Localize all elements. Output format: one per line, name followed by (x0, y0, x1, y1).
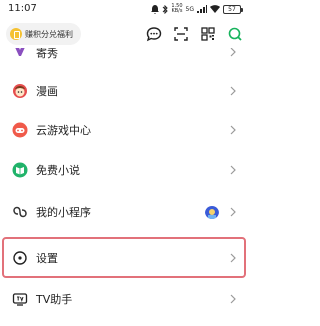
points-rewards-label: 赚积分兑福利 (25, 29, 73, 39)
coin-icon (10, 28, 22, 40)
menu-label-comic: 漫画 (36, 85, 58, 98)
menu-item-cloud-game[interactable]: 云游戏中心 (0, 111, 249, 149)
menu-label-tv-assistant: TV助手 (36, 293, 73, 306)
status-bar: 11:07 1.50 KB/s 5G 57 (0, 0, 249, 18)
signal-icon (197, 5, 207, 13)
bluetooth-icon (162, 4, 169, 14)
action-row: 赚积分兑福利 (0, 22, 249, 48)
battery-icon: 57 (223, 4, 243, 14)
novel-icon (12, 162, 28, 178)
chevron-right-icon (229, 124, 237, 136)
scan-icon[interactable] (171, 24, 191, 44)
notification-icon (151, 4, 160, 14)
search-icon[interactable] (225, 24, 245, 44)
qr-code-icon[interactable] (198, 24, 218, 44)
menu-item-tv-assistant[interactable]: TV助手 (0, 280, 249, 318)
menu-item-comic[interactable]: 漫画 (0, 72, 249, 110)
menu-label-cloud-game: 云游戏中心 (36, 124, 91, 137)
menu-item-mini-program[interactable]: 我的小程序 (0, 193, 249, 231)
chevron-right-icon (229, 293, 237, 305)
status-icons: 1.50 KB/s 5G 57 (151, 3, 243, 15)
comic-icon (12, 83, 28, 99)
network-speed: 1.50 KB/s (171, 3, 183, 14)
mini-program-icon (12, 204, 28, 220)
menu-label-free-novel: 免费小说 (36, 164, 80, 177)
network-type: 5G (185, 5, 194, 13)
status-time: 11:07 (8, 3, 37, 14)
chevron-right-icon (229, 164, 237, 176)
cloud-game-icon (12, 122, 28, 138)
points-rewards-button[interactable]: 赚积分兑福利 (6, 23, 81, 45)
menu-label-jixiu: 寄秀 (36, 48, 58, 60)
menu-item-free-novel[interactable]: 免费小说 (0, 151, 249, 189)
settings-highlight (2, 237, 246, 278)
jixiu-icon (12, 48, 28, 58)
chevron-right-icon (229, 85, 237, 97)
chevron-right-icon (229, 206, 237, 218)
menu-item-jixiu[interactable]: 寄秀 (0, 48, 249, 68)
message-icon[interactable] (144, 24, 164, 44)
tv-icon (12, 291, 28, 307)
battery-level: 57 (228, 5, 236, 13)
menu-label-mini-program: 我的小程序 (36, 206, 91, 219)
avatar (205, 205, 219, 219)
wifi-icon (210, 5, 220, 13)
chevron-right-icon (229, 48, 237, 58)
